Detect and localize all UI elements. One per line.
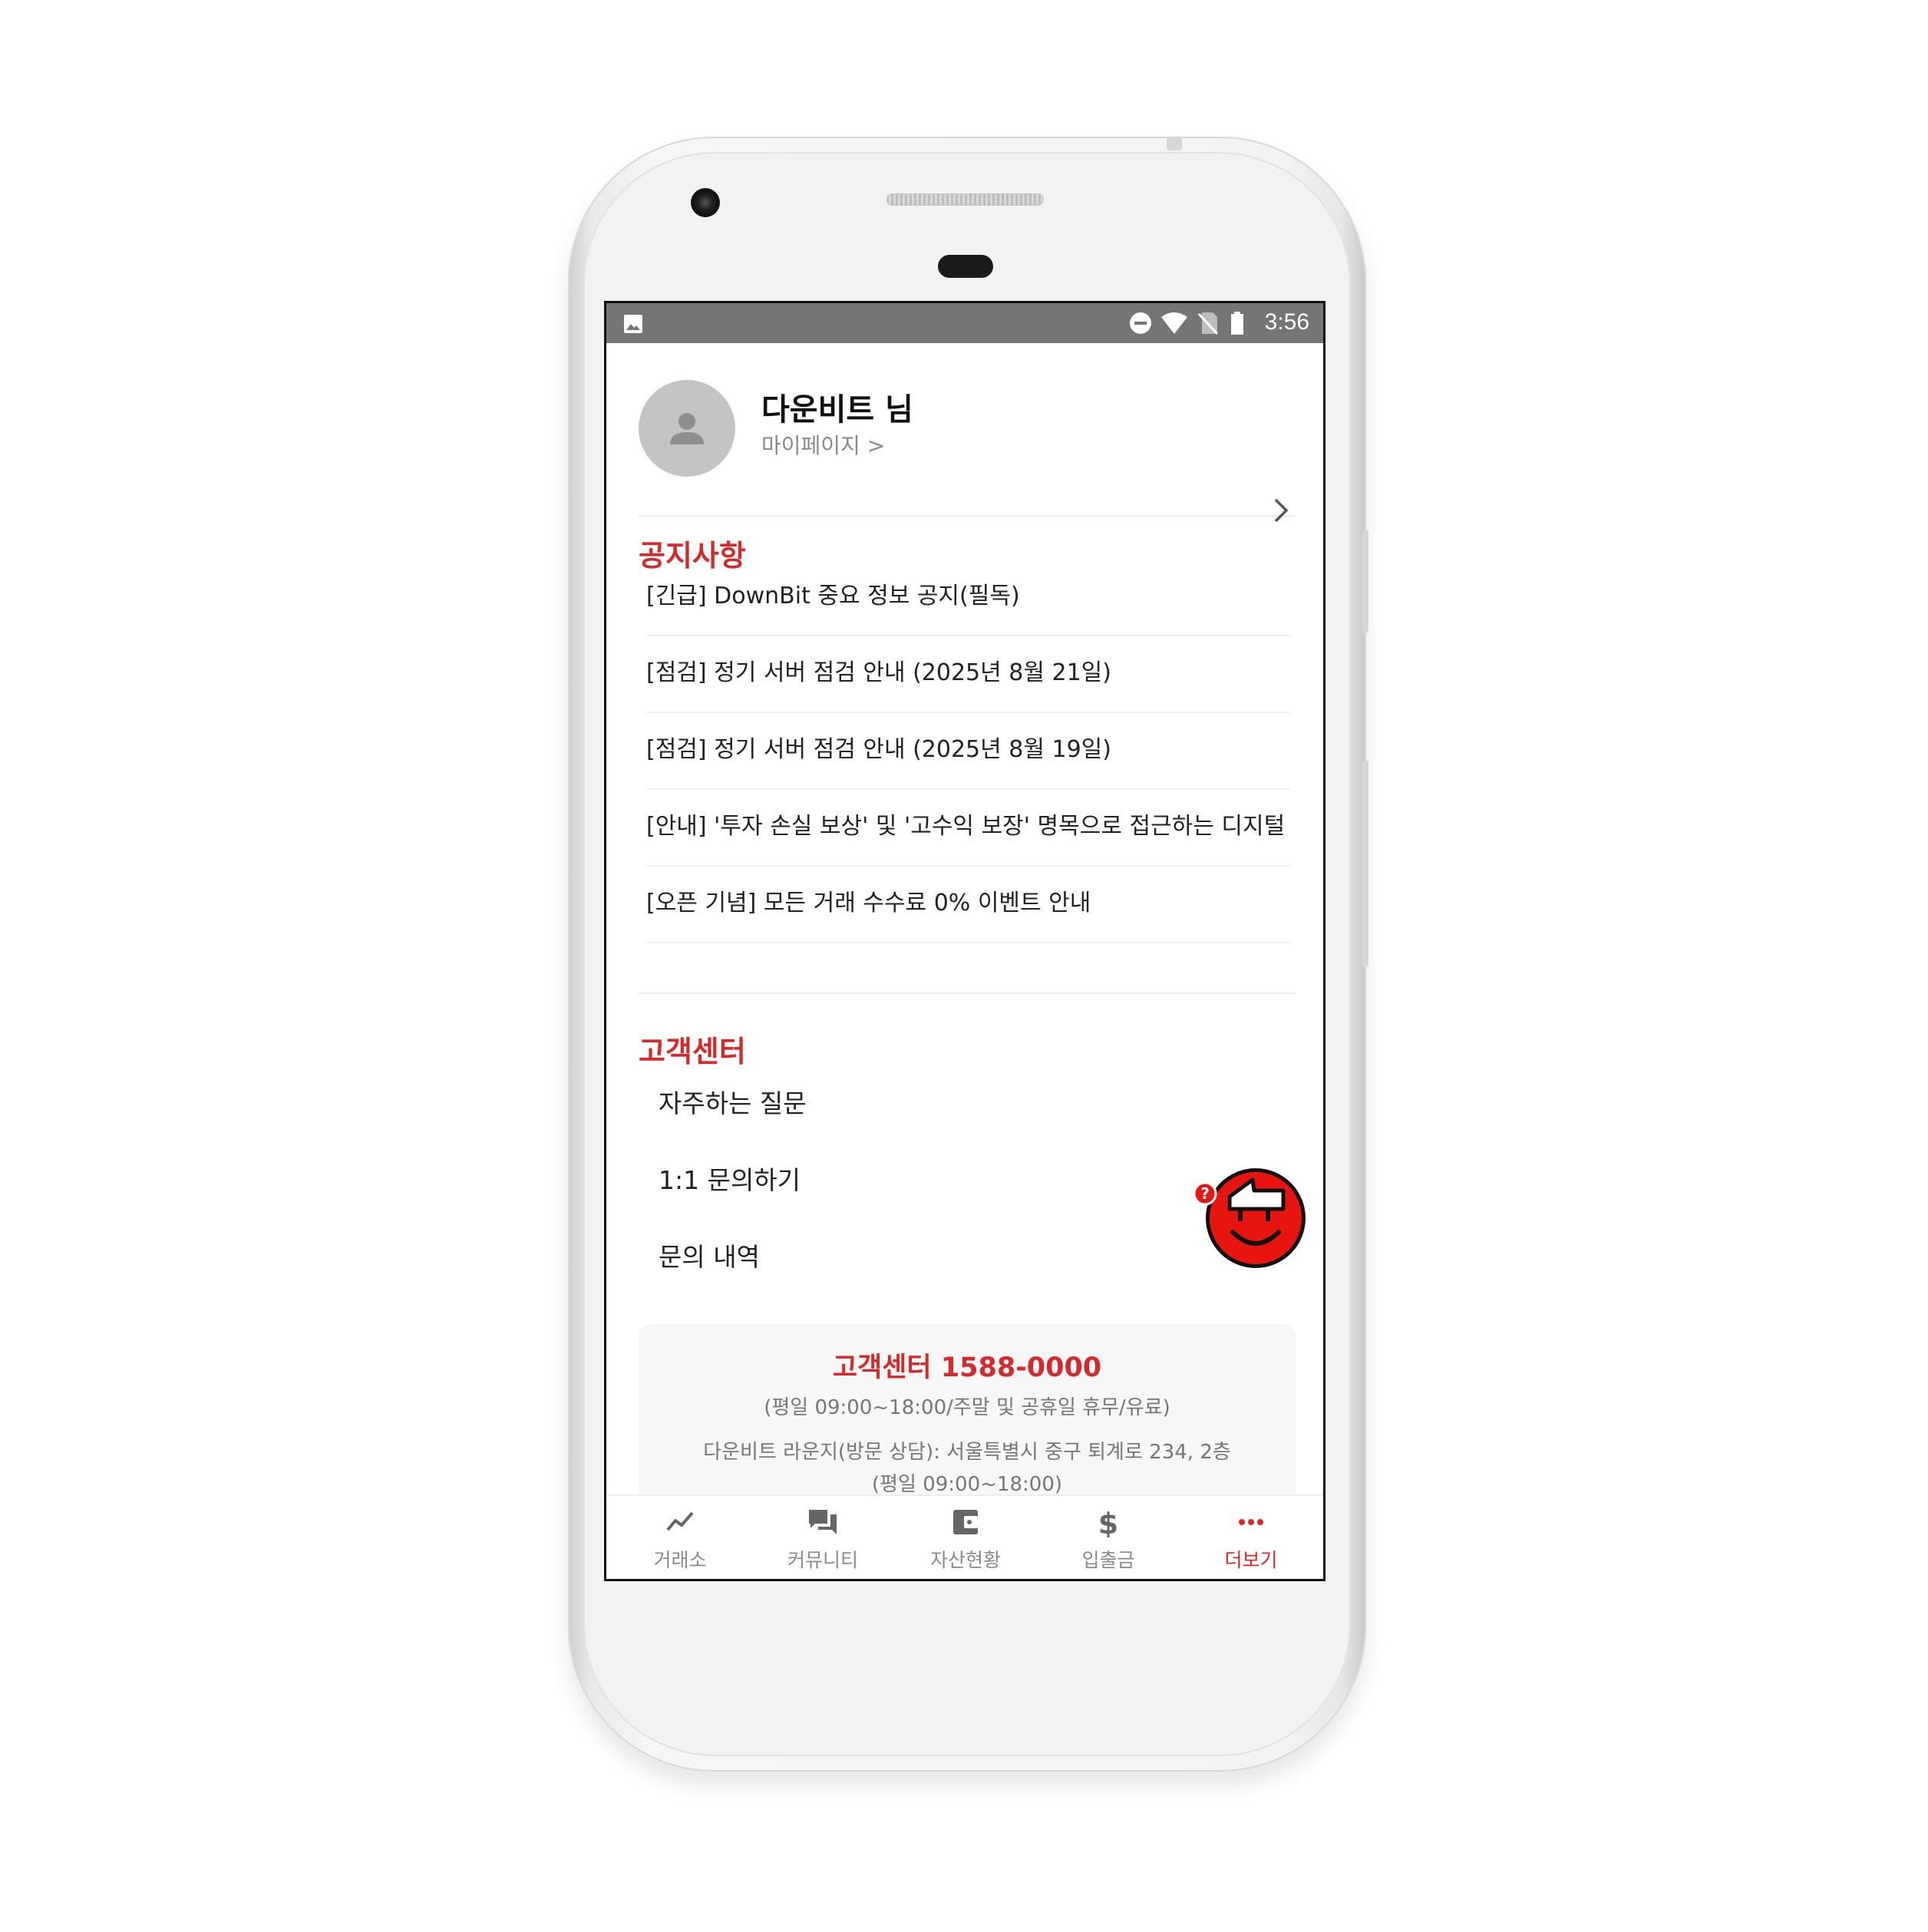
customer-center-phone[interactable]: 고객센터 1588-0000 [639, 1346, 1296, 1385]
user-icon [670, 413, 704, 444]
help-chat-fab[interactable]: ? [1193, 1164, 1308, 1280]
nav-more[interactable]: 더보기 [1179, 1496, 1323, 1579]
phone-power-button [1362, 530, 1368, 633]
more-icon [1239, 1519, 1263, 1525]
user-name: 다운비트 님 [761, 392, 913, 428]
chevron-right-icon[interactable] [1269, 495, 1292, 526]
notice-item[interactable]: [점검] 정기 서버 점검 안내 (2025년 8월 19일) [646, 713, 1291, 790]
front-camera [691, 188, 720, 217]
customer-center-info-box: 고객센터 1588-0000 (평일 09:00~18:00/주말 및 공휴일 … [639, 1324, 1296, 1524]
trend-icon [666, 1511, 694, 1531]
customer-center-hours: (평일 09:00~18:00/주말 및 공휴일 휴무/유료) [764, 1396, 1170, 1419]
nav-exchange[interactable]: 거래소 [608, 1496, 752, 1579]
chat-icon [809, 1510, 837, 1534]
status-bar: 3:56 [606, 303, 1323, 343]
avatar[interactable] [639, 380, 735, 477]
notice-divider [639, 992, 1296, 994]
notice-item[interactable]: [안내] '투자 손실 보상' 및 '고수익 보장' 명목으로 접근하는 디지털 [646, 790, 1291, 867]
customer-center-title: 고객센터 [639, 1035, 746, 1068]
proximity-sensor [938, 255, 993, 278]
notice-item[interactable]: [오픈 기념] 모든 거래 수수료 0% 이벤트 안내 [646, 867, 1291, 943]
profile-divider [639, 515, 1296, 517]
image-notification-icon [624, 315, 642, 333]
no-sim-icon [1197, 312, 1219, 335]
phone-top-button [1167, 137, 1182, 150]
wifi-icon [1161, 312, 1187, 334]
svg-text:$: $ [1098, 1507, 1118, 1537]
lounge-hours: (평일 09:00~18:00) [871, 1473, 1063, 1496]
wallet-icon [953, 1510, 978, 1534]
status-time: 3:56 [1264, 309, 1309, 335]
faq-link[interactable]: 자주하는 질문 [659, 1083, 807, 1120]
do-not-disturb-icon [1130, 312, 1151, 334]
one-on-one-inquiry-link[interactable]: 1:1 문의하기 [659, 1160, 801, 1197]
dollar-icon: $ [1098, 1507, 1118, 1537]
notice-item[interactable]: [점검] 정기 서버 점검 안내 (2025년 8월 21일) [646, 636, 1291, 713]
app-screen: 3:56 다운비트 님 마이페이지 > 공지사항 [긴급] DownBit 중요… [604, 301, 1326, 1581]
mypage-link[interactable]: 마이페이지 > [761, 429, 885, 460]
nav-deposit-withdraw[interactable]: $ 입출금 [1036, 1496, 1180, 1579]
nav-assets[interactable]: 자산현황 [893, 1496, 1038, 1579]
earpiece-speaker [886, 193, 1044, 206]
phone-volume-button [1362, 760, 1368, 967]
inquiry-history-link[interactable]: 문의 내역 [659, 1237, 760, 1273]
bottom-navigation: 거래소 커뮤니티 자산현황 $ 입출금 더보기 [606, 1494, 1323, 1579]
help-badge: ? [1200, 1184, 1210, 1203]
lounge-address: 다운비트 라운지(방문 상담): 서울특별시 중구 퇴계로 234, 2층 [703, 1441, 1231, 1464]
notice-item[interactable]: [긴급] DownBit 중요 정보 공지(필독) [646, 560, 1291, 636]
battery-icon [1231, 312, 1243, 335]
nav-community[interactable]: 커뮤니티 [751, 1496, 895, 1579]
